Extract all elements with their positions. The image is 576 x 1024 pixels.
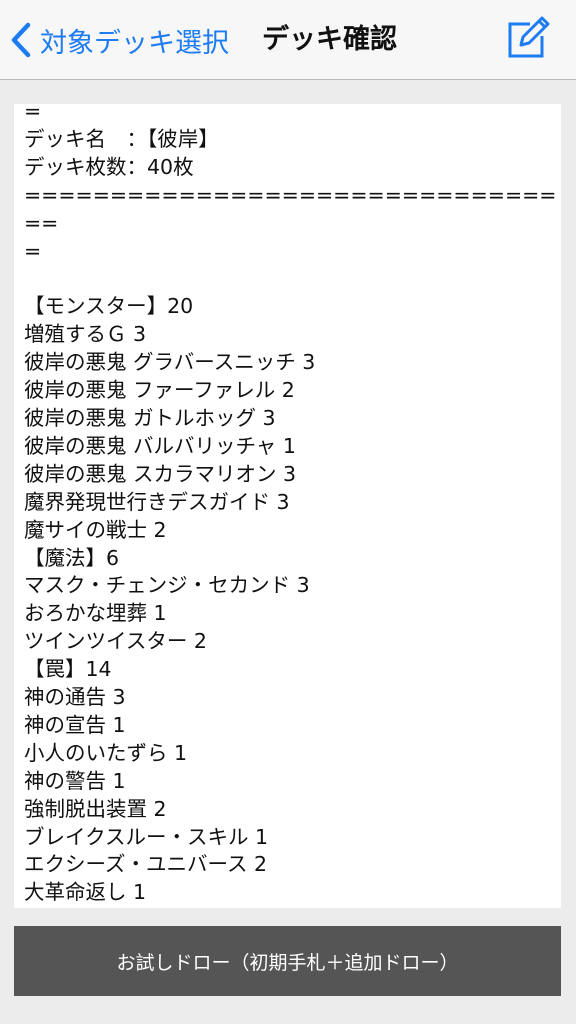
deck-list-text: = デッキ名 ：【彼岸】 デッキ枚数：40枚 =================… [24, 104, 557, 905]
edit-button[interactable] [504, 16, 550, 62]
deck-text-view[interactable]: = デッキ名 ：【彼岸】 デッキ枚数：40枚 =================… [14, 104, 561, 908]
page-title: デッキ確認 [262, 24, 397, 55]
chevron-left-icon [11, 22, 31, 58]
compose-icon [508, 16, 550, 58]
back-button-label: 対象デッキ選択 [40, 27, 229, 59]
back-button[interactable]: 対象デッキ選択 [10, 18, 229, 62]
test-draw-button[interactable]: お試しドロー（初期手札＋追加ドロー） [14, 926, 561, 996]
navigation-bar: 対象デッキ選択 デッキ確認 [0, 0, 576, 80]
